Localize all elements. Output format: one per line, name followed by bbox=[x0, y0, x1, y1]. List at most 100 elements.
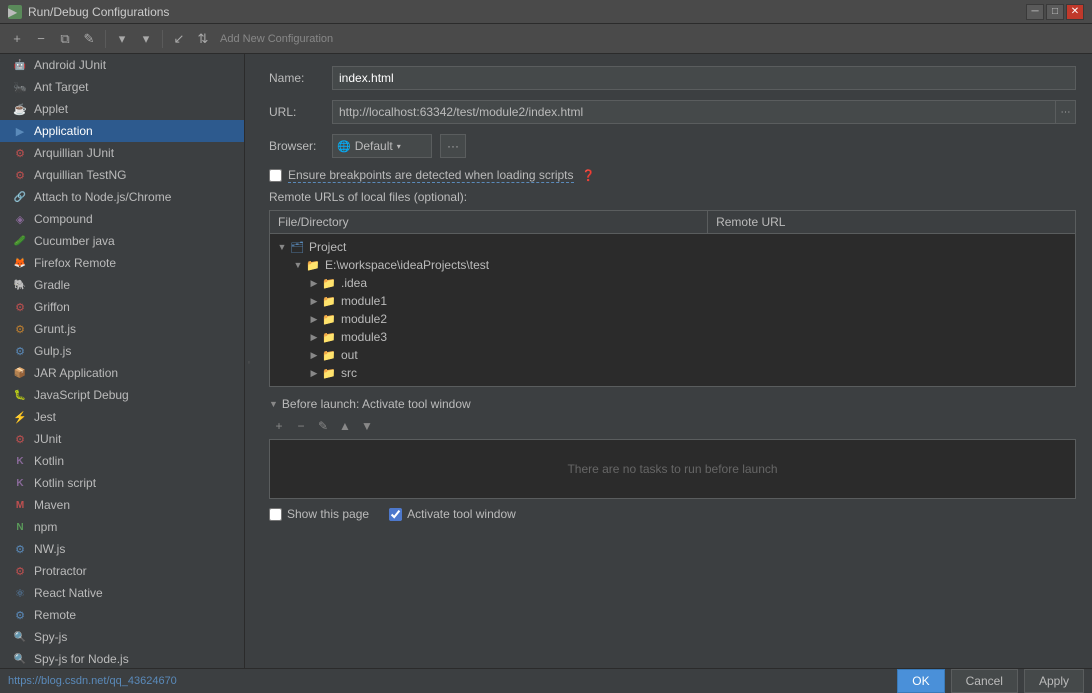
sidebar-item-react-native[interactable]: ⚛ React Native bbox=[0, 582, 244, 604]
tree-node-label: E:\workspace\ideaProjects\test bbox=[325, 258, 489, 272]
tree-node-label: module3 bbox=[341, 330, 387, 344]
sort-button[interactable]: ⇅ bbox=[192, 28, 214, 50]
launch-edit-button[interactable]: ✎ bbox=[313, 417, 333, 435]
sidebar-item-label: JAR Application bbox=[34, 366, 118, 380]
sidebar-item-arquillian-junit[interactable]: ⚙ Arquillian JUnit bbox=[0, 142, 244, 164]
sidebar-item-applet[interactable]: ☕ Applet bbox=[0, 98, 244, 120]
sidebar-item-spyjs[interactable]: 🔍 Spy-js bbox=[0, 626, 244, 648]
expand-icon: ▼ bbox=[274, 242, 290, 252]
folder-icon: 📁 bbox=[322, 331, 338, 344]
tree-node-label: module2 bbox=[341, 312, 387, 326]
help-icon: ❓ bbox=[582, 169, 596, 182]
arquillian-junit-icon: ⚙ bbox=[12, 145, 28, 161]
remove-config-button[interactable]: − bbox=[30, 28, 52, 50]
sidebar-item-remote[interactable]: ⚙ Remote bbox=[0, 604, 244, 626]
sidebar-item-cucumber-java[interactable]: 🥒 Cucumber java bbox=[0, 230, 244, 252]
ok-button[interactable]: OK bbox=[897, 669, 944, 693]
bottom-bar: https://blog.csdn.net/qq_43624670 OK Can… bbox=[0, 668, 1092, 692]
js-debug-icon: 🐛 bbox=[12, 387, 28, 403]
sidebar-item-compound[interactable]: ◈ Compound bbox=[0, 208, 244, 230]
close-button[interactable]: ✕ bbox=[1066, 4, 1084, 20]
tree-node-module1[interactable]: ▶ 📁 module1 bbox=[270, 292, 1075, 310]
copy-config-button[interactable]: ⧉ bbox=[54, 28, 76, 50]
sidebar-item-ant-target[interactable]: 🐜 Ant Target bbox=[0, 76, 244, 98]
before-launch-toggle[interactable]: ▼ bbox=[269, 399, 278, 409]
sidebar-item-attach-nodejs[interactable]: 🔗 Attach to Node.js/Chrome bbox=[0, 186, 244, 208]
sidebar-item-label: NW.js bbox=[34, 542, 65, 556]
config-content: Name: URL: ⋯ Browser: 🌐 Default ▾ ··· bbox=[253, 54, 1092, 668]
sidebar-item-gulp[interactable]: ⚙ Gulp.js bbox=[0, 340, 244, 362]
tree-node-module2[interactable]: ▶ 📁 module2 bbox=[270, 310, 1075, 328]
launch-down-button[interactable]: ▼ bbox=[357, 417, 377, 435]
sidebar-item-spyjs-node[interactable]: 🔍 Spy-js for Node.js bbox=[0, 648, 244, 668]
sidebar-item-kotlin[interactable]: K Kotlin bbox=[0, 450, 244, 472]
sidebar-item-label: Gulp.js bbox=[34, 344, 71, 358]
launch-toolbar: + − ✎ ▲ ▼ bbox=[269, 417, 1076, 435]
sidebar-item-gradle[interactable]: 🐘 Gradle bbox=[0, 274, 244, 296]
sidebar-item-arquillian-testng[interactable]: ⚙ Arquillian TestNG bbox=[0, 164, 244, 186]
status-url-link[interactable]: https://blog.csdn.net/qq_43624670 bbox=[8, 675, 177, 687]
edit-config-button[interactable]: ✎ bbox=[78, 28, 100, 50]
add-config-label: Add New Configuration bbox=[216, 33, 337, 45]
resize-handle[interactable]: · · · bbox=[245, 54, 253, 668]
sidebar-item-firefox-remote[interactable]: 🦊 Firefox Remote bbox=[0, 252, 244, 274]
breakpoints-row: Ensure breakpoints are detected when loa… bbox=[269, 168, 1076, 182]
expand-icon: ▼ bbox=[290, 260, 306, 270]
tree-node-project[interactable]: ▼ 🗂 Project bbox=[270, 238, 1075, 256]
sidebar-item-label: Maven bbox=[34, 498, 70, 512]
sidebar-item-junit[interactable]: ⚙ JUnit bbox=[0, 428, 244, 450]
dropdown2-button[interactable]: ▾ bbox=[135, 28, 157, 50]
title-bar: ▶ Run/Debug Configurations ─ □ ✕ bbox=[0, 0, 1092, 24]
cancel-button[interactable]: Cancel bbox=[951, 669, 1018, 693]
expand-icon: ▶ bbox=[306, 314, 322, 325]
sidebar: 🤖 Android JUnit 🐜 Ant Target ☕ Applet ▶ … bbox=[0, 54, 245, 668]
url-input[interactable] bbox=[332, 100, 1056, 124]
sidebar-item-kotlin-script[interactable]: K Kotlin script bbox=[0, 472, 244, 494]
sidebar-item-label: Application bbox=[34, 124, 93, 138]
sidebar-item-label: React Native bbox=[34, 586, 103, 600]
minimize-button[interactable]: ─ bbox=[1026, 4, 1044, 20]
activate-tool-checkbox[interactable] bbox=[389, 508, 402, 521]
maximize-button[interactable]: □ bbox=[1046, 4, 1064, 20]
apply-button[interactable]: Apply bbox=[1024, 669, 1084, 693]
sidebar-item-protractor[interactable]: ⚙ Protractor bbox=[0, 560, 244, 582]
sidebar-item-maven[interactable]: M Maven bbox=[0, 494, 244, 516]
name-label: Name: bbox=[269, 71, 324, 85]
url-input-wrap: ⋯ bbox=[332, 100, 1076, 124]
browser-dropdown[interactable]: 🌐 Default ▾ bbox=[332, 134, 432, 158]
sidebar-item-android-junit[interactable]: 🤖 Android JUnit bbox=[0, 54, 244, 76]
tree-node-idea[interactable]: ▶ 📁 .idea bbox=[270, 274, 1075, 292]
window-controls: ─ □ ✕ bbox=[1026, 4, 1084, 20]
launch-add-button[interactable]: + bbox=[269, 417, 289, 435]
tree-node-src[interactable]: ▶ 📁 src bbox=[270, 364, 1075, 382]
sidebar-item-javascript-debug[interactable]: 🐛 JavaScript Debug bbox=[0, 384, 244, 406]
add-config-button[interactable]: + bbox=[6, 28, 28, 50]
browser-row: Browser: 🌐 Default ▾ ··· bbox=[269, 134, 1076, 158]
move-in-button[interactable]: ↙ bbox=[168, 28, 190, 50]
sidebar-item-grunt[interactable]: ⚙ Grunt.js bbox=[0, 318, 244, 340]
sidebar-item-jest[interactable]: ⚡ Jest bbox=[0, 406, 244, 428]
ensure-breakpoints-label: Ensure breakpoints are detected when loa… bbox=[288, 168, 574, 182]
react-native-icon: ⚛ bbox=[12, 585, 28, 601]
ensure-breakpoints-link[interactable]: Ensure breakpoints are detected when loa… bbox=[288, 168, 574, 183]
main-toolbar: + − ⧉ ✎ ▾ ▾ ↙ ⇅ Add New Configuration bbox=[0, 24, 1092, 54]
show-page-checkbox[interactable] bbox=[269, 508, 282, 521]
sidebar-item-application[interactable]: ▶ Application bbox=[0, 120, 244, 142]
tree-node-workspace[interactable]: ▼ 📁 E:\workspace\ideaProjects\test bbox=[270, 256, 1075, 274]
browser-more-button[interactable]: ··· bbox=[440, 134, 466, 158]
ensure-breakpoints-checkbox[interactable] bbox=[269, 169, 282, 182]
remote-urls-label: Remote URLs of local files (optional): bbox=[269, 190, 1076, 204]
launch-up-button[interactable]: ▲ bbox=[335, 417, 355, 435]
tree-node-out[interactable]: ▶ 📁 out bbox=[270, 346, 1075, 364]
sidebar-item-griffon[interactable]: ⚙ Griffon bbox=[0, 296, 244, 318]
sidebar-item-npm[interactable]: N npm bbox=[0, 516, 244, 538]
dropdown1-button[interactable]: ▾ bbox=[111, 28, 133, 50]
app-icon: ▶ bbox=[8, 5, 22, 19]
url-browse-button[interactable]: ⋯ bbox=[1056, 100, 1076, 124]
tree-node-module3[interactable]: ▶ 📁 module3 bbox=[270, 328, 1075, 346]
jest-icon: ⚡ bbox=[12, 409, 28, 425]
sidebar-item-jar-application[interactable]: 📦 JAR Application bbox=[0, 362, 244, 384]
name-input[interactable] bbox=[332, 66, 1076, 90]
sidebar-item-nwjs[interactable]: ⚙ NW.js bbox=[0, 538, 244, 560]
launch-remove-button[interactable]: − bbox=[291, 417, 311, 435]
